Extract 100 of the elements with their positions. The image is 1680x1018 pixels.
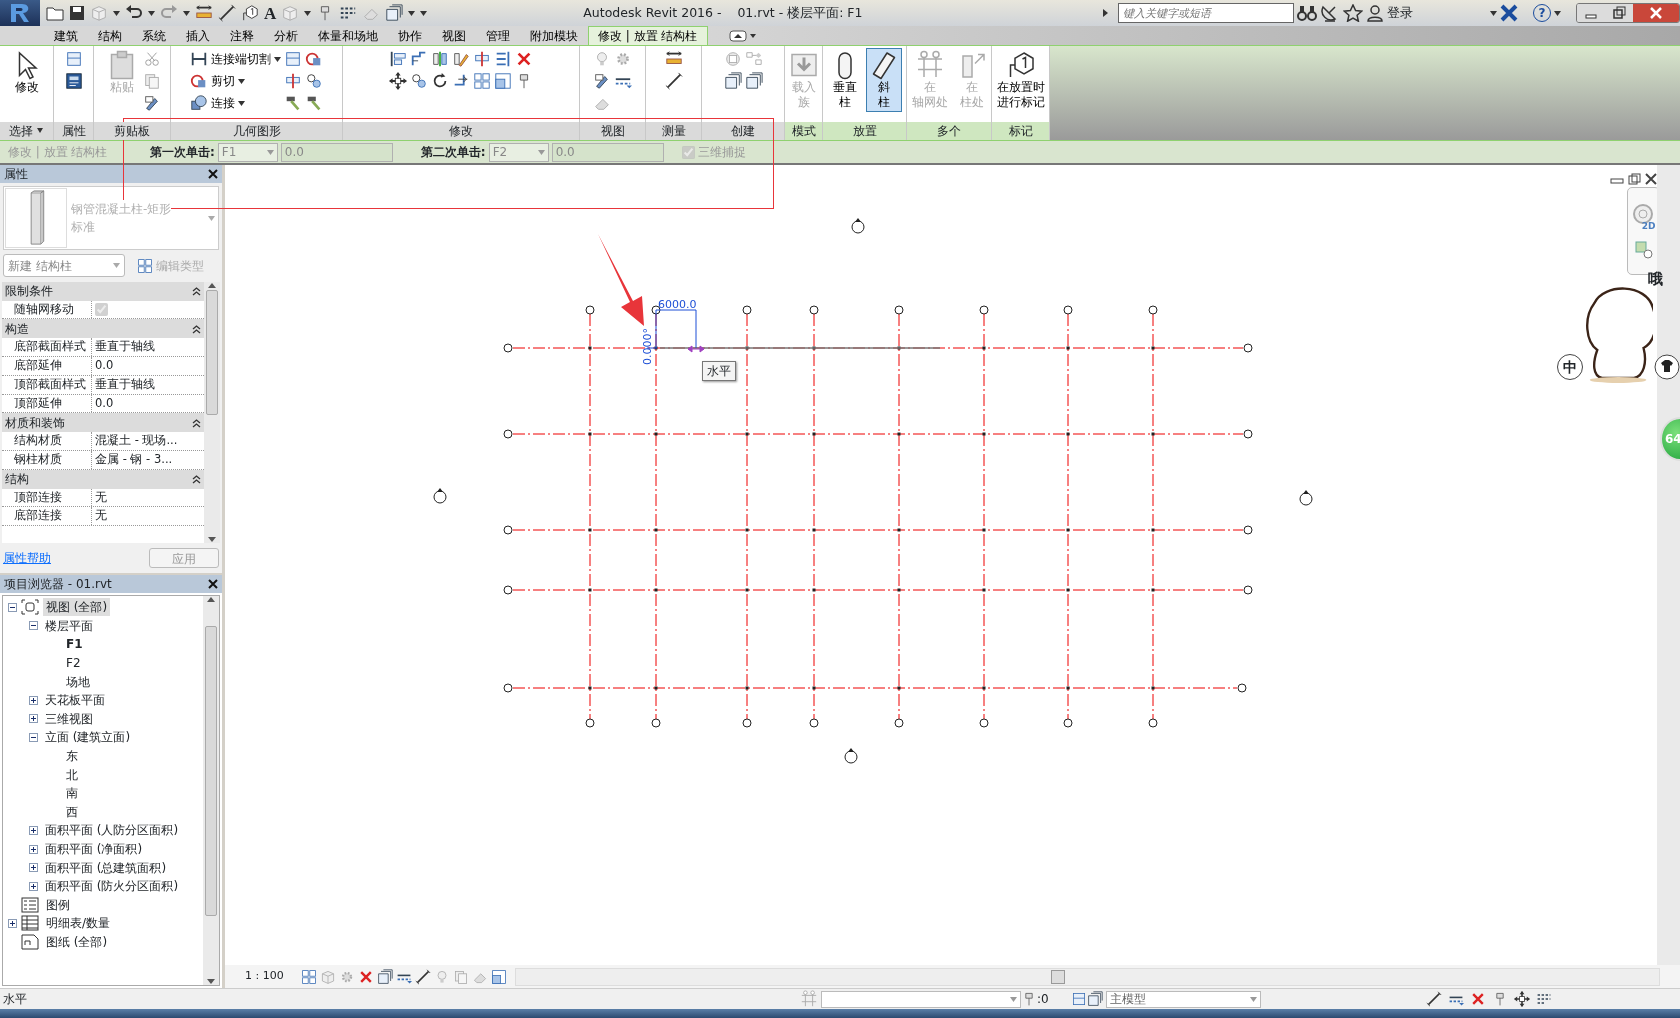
tree-item[interactable]: 面积平面 (防火分区面积) [42,877,182,896]
tree-item[interactable]: 北 [63,765,81,784]
expand-icon[interactable] [29,844,38,854]
scale-label[interactable]: 1 : 100 [225,968,295,985]
split-icon[interactable] [284,72,302,90]
close-icon[interactable] [208,169,218,179]
rotate-icon[interactable] [431,72,449,90]
property-value[interactable]: 垂直于轴线 [92,375,155,394]
restore-icon[interactable] [1605,4,1633,22]
property-value[interactable]: 金属 - 钢 - 3... [92,450,173,469]
move-icon[interactable] [389,72,407,90]
ribbon-tab[interactable]: 管理 [476,26,520,45]
horizontal-scrollbar[interactable] [515,967,1660,986]
vertical-scrollbar[interactable] [203,596,219,985]
collapse-icon[interactable] [192,417,201,428]
copy-objects-icon[interactable] [305,72,323,90]
hammer-icon[interactable] [305,94,323,112]
ribbon-tab[interactable]: 体量和场地 [308,26,388,45]
text-tool-button[interactable]: A [264,4,277,22]
offset-icon[interactable] [410,50,428,68]
tree-item[interactable]: 西 [63,802,81,821]
vertical-scrollbar[interactable] [204,281,220,544]
mirror-icon[interactable] [431,50,449,68]
binoculars-icon[interactable] [1297,4,1317,22]
user-icon[interactable] [1366,4,1384,22]
array-icon[interactable] [301,968,317,985]
delete-icon[interactable] [515,50,533,68]
tree-item[interactable]: 楼层平面 [42,616,96,635]
tree-item[interactable]: F2 [63,654,84,673]
property-value[interactable]: 0.0 [92,356,114,375]
minimize-ribbon-icon[interactable] [727,28,758,44]
ribbon-tab[interactable]: 系统 [132,26,176,45]
tree-item[interactable]: 面积平面 (总建筑面积) [42,858,170,877]
expand-icon[interactable] [29,881,38,891]
instance-dropdown[interactable]: 新建 结构柱 [3,254,125,278]
panel-icon[interactable] [1070,991,1087,1007]
tree-item[interactable]: 天花板平面 [42,691,108,710]
ribbon-tab[interactable]: 视图 [432,26,476,45]
collapse-icon[interactable] [192,286,201,297]
ribbon-tab[interactable]: 附加模块 [520,26,588,45]
tree-item[interactable]: 三维视图 [42,709,96,728]
dimension-icon[interactable] [218,4,236,22]
collapse-icon[interactable] [8,602,17,612]
split-icon[interactable] [473,50,491,68]
tag-icon[interactable] [241,4,259,22]
tree-item[interactable]: 南 [63,784,81,803]
tree-item[interactable]: 图纸 (全部) [43,933,111,951]
tree-item[interactable]: 东 [63,747,81,766]
tree-item[interactable]: 视图 (全部) [43,598,111,617]
expand-icon[interactable] [29,825,38,835]
layers-icon[interactable] [723,72,742,90]
scroll-thumb[interactable] [1051,969,1065,984]
elevation-marker-icon[interactable] [433,488,447,504]
elevation-marker-icon[interactable] [1299,490,1313,506]
ribbon-button[interactable]: 连接端切割 [190,48,281,70]
cut-icon[interactable] [305,50,323,68]
angle-text[interactable]: 0.000° [641,328,654,365]
dimension-text[interactable]: 6000.0 [658,298,697,311]
pencil-icon[interactable] [452,50,470,68]
drag-handle-icon[interactable] [687,345,705,353]
exchange-icon[interactable] [1500,4,1520,22]
expand-icon[interactable] [29,714,38,724]
expand-icon[interactable] [29,695,38,705]
restore-icon[interactable] [1627,173,1641,185]
collapse-icon[interactable] [192,474,201,485]
dimension-icon[interactable] [415,968,431,985]
tree-item[interactable]: 图例 [43,895,73,914]
layers-icon[interactable] [744,72,763,90]
move-icon[interactable] [1513,991,1530,1007]
scroll-up-icon[interactable] [208,281,216,288]
tree-item[interactable]: F1 [63,635,86,654]
login-link[interactable]: 登录 [1387,3,1487,23]
model-dropdown[interactable]: 主模型 [1105,990,1261,1008]
properties-icon[interactable] [64,72,83,90]
property-value[interactable]: 无 [92,488,107,507]
ribbon-button[interactable]: 修改 [8,48,45,97]
brush-icon[interactable] [142,94,161,112]
property-value[interactable]: 混凝土 - 现场... [92,432,178,450]
scroll-thumb[interactable] [206,290,218,415]
ribbon-button[interactable]: 剪切 [190,70,281,92]
layers-icon[interactable] [385,4,404,22]
ribbon-button[interactable]: 连接 [190,92,281,114]
scale-icon[interactable] [494,72,512,90]
ribbon-button[interactable]: 在放置时 进行标记 [993,48,1048,112]
property-value[interactable]: 0.0 [92,394,114,413]
tree-item[interactable]: 面积平面 (净面积) [42,840,146,858]
close-icon[interactable] [208,579,218,589]
help-link[interactable]: 属性帮助 [3,549,51,568]
dimension-icon[interactable] [664,72,683,90]
expand-icon[interactable] [29,863,38,873]
star-icon[interactable] [1343,4,1363,22]
close-icon[interactable] [1644,173,1657,185]
tree-item[interactable]: 面积平面 (人防分区面积) [42,821,182,840]
array-icon[interactable] [473,72,491,90]
scale-icon[interactable] [491,968,507,985]
undo-icon[interactable] [125,5,143,21]
search-field[interactable]: 键入关键字或短语 [1118,3,1294,23]
brush-icon[interactable] [593,72,611,90]
hammer-icon[interactable] [284,94,302,112]
ribbon-tab[interactable]: 插入 [176,26,220,45]
